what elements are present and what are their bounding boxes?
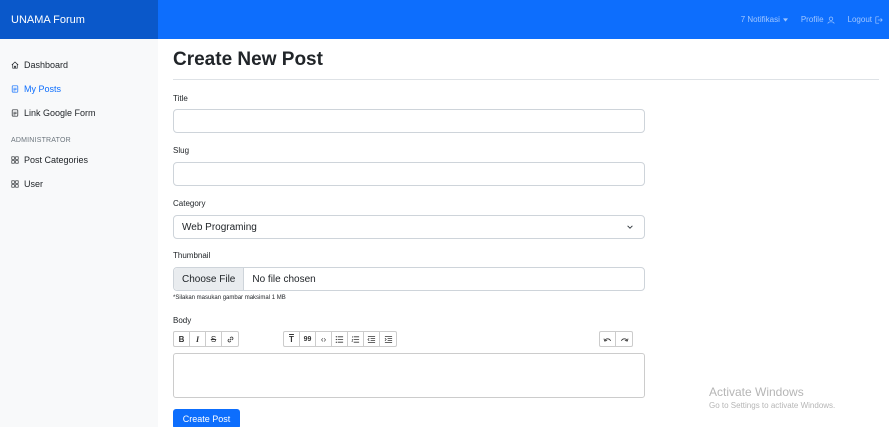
- divider: [173, 79, 879, 80]
- grid-icon: [11, 180, 19, 188]
- quote-button[interactable]: 99: [300, 332, 316, 346]
- body-label: Body: [173, 316, 192, 325]
- chevron-down-icon: [627, 225, 633, 229]
- user-icon: [826, 16, 835, 24]
- watermark-title: Activate Windows: [709, 385, 804, 399]
- category-selected-value: Web Programing: [182, 221, 257, 233]
- undo-button[interactable]: [600, 332, 616, 346]
- page-title: Create New Post: [173, 49, 323, 70]
- redo-button[interactable]: [616, 332, 632, 346]
- profile-label: Profile: [800, 15, 824, 24]
- bullet-list-button[interactable]: [332, 332, 348, 346]
- sidebar-item-label: Post Categories: [24, 155, 89, 165]
- strikethrough-icon: S: [210, 334, 217, 344]
- caret-down-icon: [782, 17, 788, 22]
- heading-button[interactable]: T: [284, 332, 300, 346]
- sidebar-item-user[interactable]: User: [0, 172, 158, 196]
- bold-button[interactable]: B: [174, 332, 190, 346]
- sidebar-heading-administrator: ADMINISTRATOR: [11, 137, 71, 144]
- link-icon: [227, 336, 233, 342]
- toolbar-block-group: T 99 ‹›: [283, 331, 397, 347]
- brand-link[interactable]: UNAMA Forum: [0, 0, 158, 39]
- category-label: Category: [173, 199, 206, 208]
- file-help-text: *Silakan masukan gambar maksimal 1 MB: [173, 295, 286, 301]
- body-editor[interactable]: [173, 353, 645, 398]
- title-input[interactable]: [173, 109, 645, 133]
- editor-toolbar: B I S T 99 ‹›: [173, 331, 645, 347]
- italic-button[interactable]: I: [190, 332, 206, 346]
- logout-label: Logout: [847, 15, 872, 24]
- link-button[interactable]: [222, 332, 238, 346]
- strikethrough-button[interactable]: S: [206, 332, 222, 346]
- redo-icon: [620, 337, 628, 342]
- document-icon: [11, 109, 19, 117]
- heading-icon: T: [289, 334, 294, 344]
- sidebar-item-label: Link Google Form: [24, 108, 96, 118]
- quote-icon: 99: [303, 335, 312, 343]
- grid-icon: [11, 156, 19, 164]
- numbered-list-button[interactable]: [348, 332, 364, 346]
- sidebar-item-link-google-form[interactable]: Link Google Form: [0, 101, 158, 125]
- thumbnail-file-input[interactable]: Choose File No file chosen: [173, 267, 645, 291]
- outdent-icon: [367, 335, 376, 343]
- numbered-list-icon: [351, 335, 360, 343]
- slug-input[interactable]: [173, 162, 645, 186]
- undo-icon: [603, 337, 612, 342]
- sidebar-item-post-categories[interactable]: Post Categories: [0, 148, 158, 172]
- sidebar-item-label: My Posts: [24, 84, 62, 94]
- bold-icon: B: [178, 334, 185, 344]
- profile-link[interactable]: Profile: [801, 15, 835, 24]
- create-post-button[interactable]: Create Post: [173, 409, 240, 427]
- watermark-subtitle: Go to Settings to activate Windows.: [709, 401, 836, 410]
- logout-link[interactable]: Logout: [848, 15, 883, 24]
- toolbar-text-style-group: B I S: [173, 331, 239, 347]
- top-nav-links: 7 Notifikasi Profile Logout: [741, 15, 889, 24]
- sidebar-item-my-posts[interactable]: My Posts: [0, 77, 158, 101]
- logout-icon: [875, 15, 883, 24]
- code-icon: ‹›: [320, 334, 327, 344]
- bullet-list-icon: [335, 335, 344, 343]
- sidebar-item-label: Dashboard: [24, 60, 69, 70]
- document-icon: [11, 85, 19, 93]
- activate-windows-watermark: Activate Windows Go to Settings to activ…: [709, 385, 835, 410]
- slug-label: Slug: [173, 146, 190, 155]
- indent-button[interactable]: [380, 332, 396, 346]
- sidebar: Dashboard My Posts Link Google Form ADMI…: [0, 39, 158, 427]
- sidebar-item-label: User: [24, 179, 44, 189]
- choose-file-button[interactable]: Choose File: [174, 268, 245, 290]
- category-select[interactable]: Web Programing: [173, 215, 645, 239]
- top-navbar: UNAMA Forum 7 Notifikasi Profile Logout: [0, 0, 889, 39]
- outdent-button[interactable]: [364, 332, 380, 346]
- indent-icon: [384, 335, 392, 343]
- italic-icon: I: [195, 334, 200, 344]
- file-status: No file chosen: [252, 273, 316, 285]
- title-label: Title: [173, 94, 188, 103]
- thumbnail-label: Thumbnail: [173, 251, 211, 260]
- notifications-dropdown[interactable]: 7 Notifikasi: [741, 15, 788, 24]
- toolbar-history-group: [599, 331, 633, 347]
- home-icon: [11, 61, 19, 69]
- code-button[interactable]: ‹›: [316, 332, 332, 346]
- notifications-label: 7 Notifikasi: [740, 15, 780, 24]
- sidebar-item-dashboard[interactable]: Dashboard: [0, 53, 158, 77]
- main-content: Create New Post Title Slug Category Web …: [173, 39, 879, 427]
